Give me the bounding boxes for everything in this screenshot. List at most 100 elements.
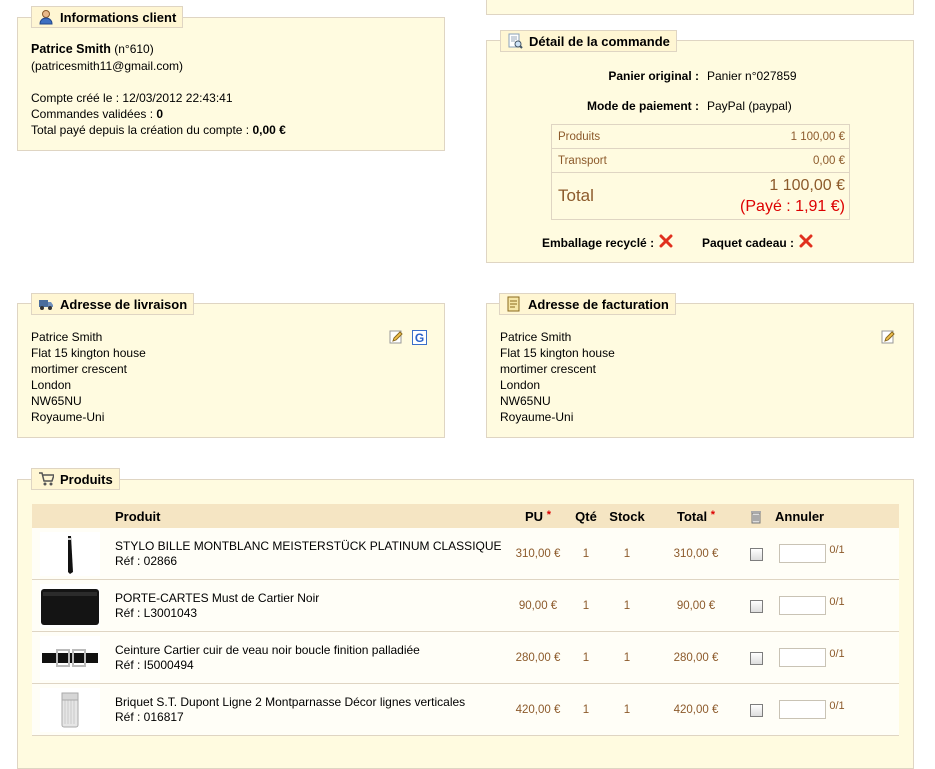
- truck-icon: [38, 296, 54, 312]
- cancel-quantity-input[interactable]: [779, 648, 826, 668]
- delivery-line: London: [31, 378, 72, 392]
- summary-total-label: Total: [558, 186, 594, 205]
- header-total: Total *: [651, 504, 741, 528]
- product-row: PORTE-CARTES Must de Cartier Noir Réf : …: [32, 579, 899, 632]
- products-panel: Produit PU * Qté Stock Total * Annuler S…: [17, 479, 914, 769]
- product-stock: 1: [603, 528, 651, 580]
- edit-pencil-icon[interactable]: [389, 330, 403, 344]
- product-name[interactable]: Briquet S.T. Dupont Ligne 2 Montparnasse…: [115, 695, 507, 710]
- product-unit-price: 420,00 €: [507, 683, 569, 736]
- product-row: Briquet S.T. Dupont Ligne 2 Montparnasse…: [32, 683, 899, 736]
- payment-method-label: Mode de paiement :: [586, 99, 699, 113]
- product-ref: Réf : I5000494: [115, 657, 194, 672]
- required-mark: *: [710, 508, 715, 521]
- required-mark: *: [546, 508, 551, 521]
- invoice-icon: [506, 296, 522, 312]
- product-unit-price: 280,00 €: [507, 631, 569, 684]
- delivery-line: Royaume-Uni: [31, 410, 105, 424]
- product-thumbnail[interactable]: [32, 579, 107, 632]
- google-maps-icon[interactable]: G: [412, 330, 427, 345]
- product-stock: 1: [603, 579, 651, 632]
- cancel-max: 0/1: [829, 647, 845, 660]
- product-total: 90,00 €: [651, 579, 741, 632]
- product-total: 280,00 €: [651, 631, 741, 684]
- product-qty: 1: [569, 631, 603, 684]
- header-product: Produit: [107, 504, 507, 528]
- client-info-panel: Patrice Smith (n°610) (patricesmith11@gm…: [17, 17, 445, 151]
- cancel-quantity-input[interactable]: [779, 700, 826, 720]
- document-search-icon: [507, 33, 523, 49]
- product-stock: 1: [603, 631, 651, 684]
- invoice-address-title: Adresse de facturation: [528, 296, 669, 312]
- validated-orders-label: Commandes validées :: [31, 107, 154, 121]
- invoice-line: NW65NU: [500, 394, 551, 408]
- product-name[interactable]: Ceinture Cartier cuir de veau noir boucl…: [115, 643, 507, 658]
- product-qty: 1: [569, 528, 603, 580]
- client-number: (n°610): [114, 42, 154, 56]
- top-panel-stub: [486, 0, 914, 15]
- svg-text:G: G: [415, 331, 424, 345]
- order-summary-box: Produits 1 100,00 € Transport 0,00 € Tot…: [551, 124, 850, 220]
- summary-products-value: 1 100,00 €: [790, 131, 845, 143]
- client-info-legend: Informations client: [31, 6, 184, 28]
- client-name: Patrice Smith: [31, 42, 111, 56]
- product-thumbnail[interactable]: [32, 683, 107, 736]
- delivery-line: Flat 15 kington house: [31, 346, 146, 360]
- payment-method-value: PayPal (paypal): [707, 99, 792, 113]
- product-ref: Réf : 016817: [115, 709, 184, 724]
- product-name[interactable]: PORTE-CARTES Must de Cartier Noir: [115, 591, 507, 606]
- client-info-title: Informations client: [60, 9, 177, 25]
- cancel-checkbox[interactable]: [749, 703, 763, 717]
- products-table: Produit PU * Qté Stock Total * Annuler S…: [32, 504, 899, 736]
- cart-icon: [38, 471, 54, 487]
- order-detail-title: Détail de la commande: [529, 33, 670, 49]
- product-name[interactable]: STYLO BILLE MONTBLANC MEISTERSTÜCK PLATI…: [115, 539, 507, 554]
- invoice-line: London: [500, 378, 541, 392]
- invoice-line: Flat 15 kington house: [500, 346, 615, 360]
- cancel-max: 0/1: [829, 699, 845, 712]
- product-total: 310,00 €: [651, 528, 741, 580]
- order-detail-legend: Détail de la commande: [500, 30, 677, 52]
- delivery-line: Patrice Smith: [31, 330, 103, 344]
- product-qty: 1: [569, 579, 603, 632]
- invoice-address-panel: Patrice Smith Flat 15 kington house mort…: [486, 303, 914, 438]
- summary-shipping-value: 0,00 €: [813, 155, 845, 167]
- cancel-quantity-input[interactable]: [779, 596, 826, 616]
- invoice-address-legend: Adresse de facturation: [499, 293, 676, 315]
- header-qty: Qté: [569, 504, 603, 528]
- account-created-label: Compte créé le :: [31, 91, 120, 105]
- cancel-max: 0/1: [829, 543, 845, 556]
- product-qty: 1: [569, 683, 603, 736]
- products-legend: Produits: [31, 468, 120, 490]
- product-row: Ceinture Cartier cuir de veau noir boucl…: [32, 631, 899, 684]
- delivery-address-legend: Adresse de livraison: [31, 293, 195, 315]
- product-thumbnail[interactable]: [32, 631, 107, 684]
- cross-icon: [799, 234, 815, 250]
- recycled-packaging-label: Emballage recyclé :: [542, 236, 655, 250]
- product-ref: Réf : L3001043: [115, 605, 198, 620]
- summary-paid-value: (Payé : 1,91 €): [740, 198, 845, 215]
- gift-wrap-label: Paquet cadeau :: [702, 236, 795, 250]
- cross-icon: [659, 234, 675, 250]
- edit-pencil-icon[interactable]: [881, 330, 895, 344]
- cancel-checkbox[interactable]: [749, 547, 763, 561]
- cancel-checkbox[interactable]: [749, 651, 763, 665]
- delivery-line: mortimer crescent: [31, 362, 128, 376]
- product-thumbnail[interactable]: [32, 528, 107, 580]
- cancel-checkbox[interactable]: [749, 599, 763, 613]
- invoice-line: Royaume-Uni: [500, 410, 574, 424]
- cancel-quantity-input[interactable]: [779, 544, 826, 564]
- delivery-address-title: Adresse de livraison: [60, 296, 188, 312]
- account-created-value: 12/03/2012 22:43:41: [122, 91, 233, 105]
- original-cart-value[interactable]: Panier n°027859: [707, 68, 797, 84]
- header-unit-price: PU *: [507, 504, 569, 528]
- summary-products-label: Produits: [558, 131, 601, 143]
- product-unit-price: 310,00 €: [507, 528, 569, 580]
- header-stock: Stock: [603, 504, 651, 528]
- invoice-line: Patrice Smith: [500, 330, 572, 344]
- validated-orders-value: 0: [156, 107, 164, 121]
- products-title: Produits: [60, 471, 113, 487]
- trash-icon: [741, 504, 771, 528]
- product-stock: 1: [603, 683, 651, 736]
- user-icon: [38, 9, 54, 25]
